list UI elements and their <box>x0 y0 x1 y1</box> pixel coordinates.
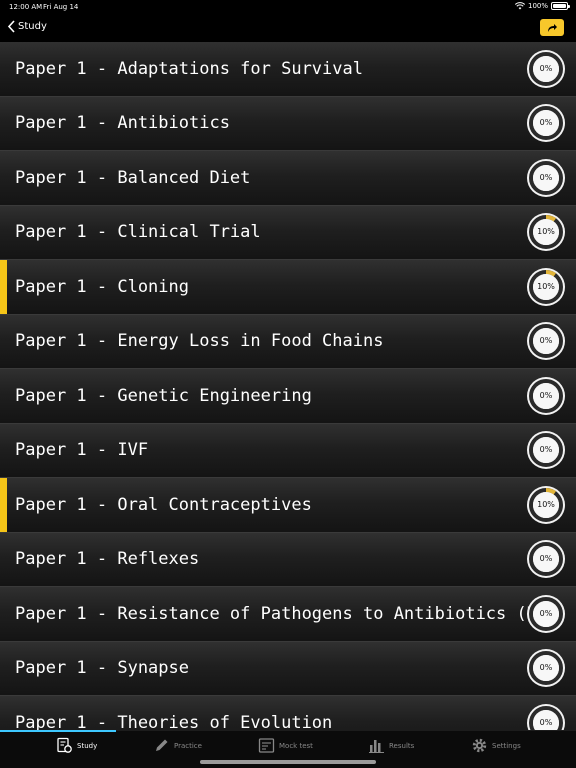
tab-settings[interactable]: Settings <box>471 737 521 754</box>
topic-title: Paper 1 - Genetic Engineering <box>15 385 312 406</box>
progress-ring: 0% <box>526 703 566 730</box>
topic-title: Paper 1 - Oral Contraceptives <box>15 494 312 515</box>
tab-results-label: Results <box>389 741 415 750</box>
progress-label: 0% <box>539 172 553 182</box>
tab-study[interactable]: Study <box>56 737 97 754</box>
study-icon <box>57 737 72 753</box>
progress-ring: 0% <box>526 49 566 89</box>
topic-title: Paper 1 - Theories of Evolution <box>15 712 333 730</box>
progress-label: 0% <box>539 390 553 400</box>
battery-percent: 100% <box>527 2 548 10</box>
progress-label: 0% <box>539 336 553 346</box>
topic-row[interactable]: Paper 1 - Antibiotics 0% <box>0 96 576 151</box>
topic-title: Paper 1 - Synapse <box>15 658 189 679</box>
tab-results[interactable]: Results <box>368 737 414 754</box>
progress-ring: 0% <box>526 103 566 143</box>
topic-title: Paper 1 - Energy Loss in Food Chains <box>15 331 384 352</box>
progress-label: 0% <box>539 554 553 564</box>
topic-row[interactable]: Paper 1 - Cloning 10% <box>0 260 576 315</box>
tab-practice[interactable]: Practice <box>153 737 202 754</box>
home-indicator <box>200 760 376 764</box>
topic-title: Paper 1 - Clinical Trial <box>15 222 261 243</box>
chevron-left-icon <box>7 20 15 33</box>
topic-title: Paper 1 - Cloning <box>15 276 189 297</box>
topic-row[interactable]: Paper 1 - Oral Contraceptives 10% <box>0 478 576 533</box>
topic-row[interactable]: Paper 1 - Synapse 0% <box>0 641 576 696</box>
wifi-icon <box>514 2 525 10</box>
tab-practice-label: Practice <box>174 741 202 750</box>
active-tab-indicator <box>0 730 116 732</box>
progress-ring: 10% <box>526 212 566 252</box>
progress-label: 0% <box>539 608 553 618</box>
status-date: Fri Aug 14 <box>43 3 79 11</box>
progress-label: 0% <box>539 445 553 455</box>
progress-ring: 10% <box>526 485 566 525</box>
topic-row[interactable]: Paper 1 - Clinical Trial 10% <box>0 205 576 260</box>
topic-title: Paper 1 - Reflexes <box>15 549 200 570</box>
topic-title: Paper 1 - Adaptations for Survival <box>15 58 363 79</box>
progress-label: 0% <box>539 663 553 673</box>
topic-row[interactable]: Paper 1 - Reflexes 0% <box>0 532 576 587</box>
share-arrow-icon <box>548 23 557 32</box>
topic-row[interactable]: Paper 1 - Balanced Diet 0% <box>0 151 576 206</box>
progress-label: 0% <box>539 118 553 128</box>
progress-ring: 0% <box>526 594 566 634</box>
progress-ring: 0% <box>526 158 566 198</box>
topic-list: Paper 1 - Adaptations for Survival 0% Pape… <box>0 42 576 730</box>
status-bar: 12:00 AM Fri Aug 14 100% <box>0 0 576 14</box>
tab-study-label: Study <box>77 741 98 750</box>
topic-row[interactable]: Paper 1 - Energy Loss in Food Chains 0% <box>0 314 576 369</box>
tab-mock-test[interactable]: Mock test <box>258 737 313 754</box>
progress-ring: 0% <box>526 376 566 416</box>
progress-label: 10% <box>537 227 555 237</box>
progress-label: 0% <box>539 63 553 73</box>
status-right: 100% <box>514 2 570 10</box>
topic-row[interactable]: Paper 1 - IVF 0% <box>0 423 576 478</box>
highlight-marker <box>0 260 7 314</box>
highlight-marker <box>0 478 7 532</box>
topic-row[interactable]: Paper 1 - Adaptations for Survival 0% <box>0 42 576 97</box>
back-label: Study <box>18 21 47 32</box>
back-button[interactable]: Study <box>7 20 47 33</box>
progress-label: 0% <box>539 717 553 727</box>
topic-row[interactable]: Paper 1 - Resistance of Pathogens to Ant… <box>0 587 576 642</box>
status-time: 12:00 AM <box>9 3 43 11</box>
battery-icon <box>551 2 570 10</box>
progress-ring: 10% <box>526 267 566 307</box>
progress-ring: 0% <box>526 648 566 688</box>
topic-title: Paper 1 - Resistance of Pathogens to Ant… <box>15 603 548 624</box>
topic-title: Paper 1 - Antibiotics <box>15 113 230 134</box>
tab-settings-label: Settings <box>492 741 521 750</box>
progress-ring: 0% <box>526 321 566 361</box>
gear-icon <box>472 738 487 753</box>
pencil-icon <box>156 739 168 751</box>
progress-ring: 0% <box>526 430 566 470</box>
nav-bar: Study <box>0 14 576 42</box>
progress-ring: 0% <box>526 539 566 579</box>
share-button[interactable] <box>540 19 564 36</box>
topic-title: Paper 1 - IVF <box>15 440 149 461</box>
mock-test-icon <box>258 738 275 753</box>
bar-chart-icon <box>369 740 384 753</box>
progress-label: 10% <box>537 499 555 509</box>
topic-title: Paper 1 - Balanced Diet <box>15 167 251 188</box>
tab-mock-test-label: Mock test <box>279 741 313 750</box>
progress-label: 10% <box>537 281 555 291</box>
topic-row[interactable]: Paper 1 - Theories of Evolution 0% <box>0 696 576 730</box>
topic-row[interactable]: Paper 1 - Genetic Engineering 0% <box>0 369 576 424</box>
